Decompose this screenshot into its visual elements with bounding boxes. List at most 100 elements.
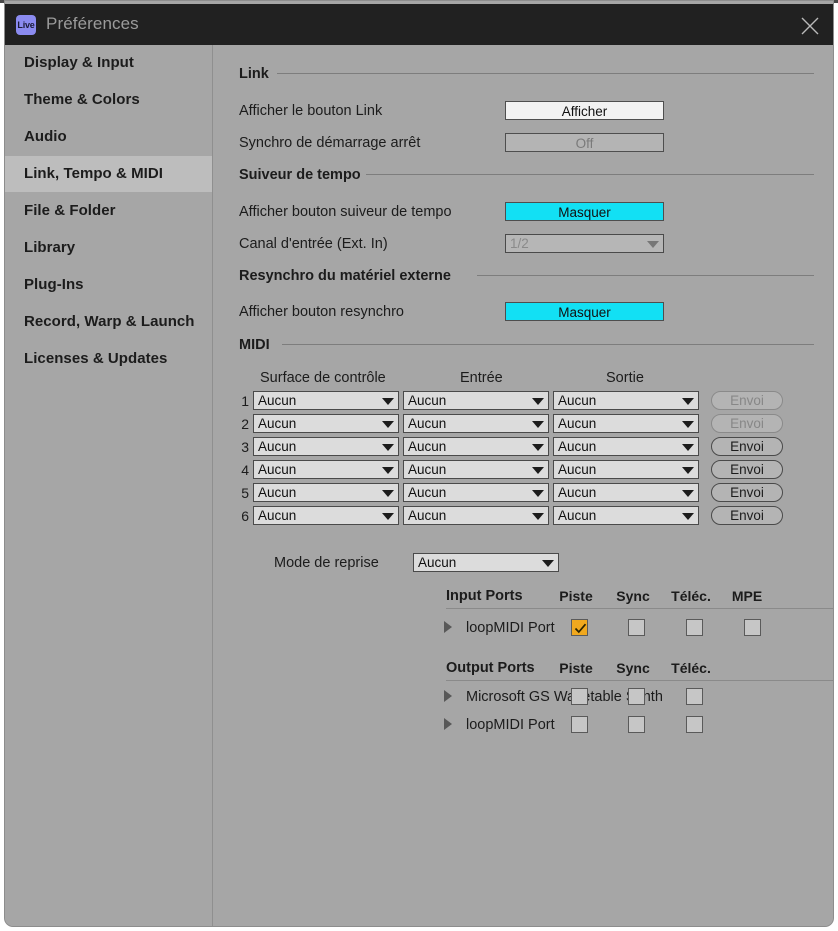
expand-triangle-icon[interactable] [444, 690, 452, 702]
midi-send-button-5[interactable]: Envoi [711, 483, 783, 502]
show-resync-button-toggle[interactable]: Masquer [505, 302, 664, 321]
midi-send-button-1[interactable]: Envoi [711, 391, 783, 410]
input-port-name-loopmidi: loopMIDI Port [466, 620, 555, 636]
section-rule-link [277, 73, 814, 74]
midi-row-number: 4 [241, 462, 249, 478]
section-rule-tempo-follower [366, 174, 814, 175]
check-icon [574, 623, 587, 634]
chevron-down-icon [532, 467, 544, 474]
midi-control-surface-dropdown-3[interactable]: Aucun [253, 437, 399, 456]
midi-output-dropdown-1[interactable]: Aucun [553, 391, 699, 410]
section-title-midi: MIDI [239, 337, 270, 353]
midi-control-surface-dropdown-6[interactable]: Aucun [253, 506, 399, 525]
midi-output-value-5: Aucun [558, 485, 597, 500]
midi-control-surface-value-6: Aucun [258, 508, 297, 523]
midi-output-dropdown-6[interactable]: Aucun [553, 506, 699, 525]
takeover-mode-dropdown[interactable]: Aucun [413, 553, 559, 572]
midi-output-value-3: Aucun [558, 439, 597, 454]
show-tempo-follower-button-toggle[interactable]: Masquer [505, 202, 664, 221]
show-link-button-toggle[interactable]: Afficher [505, 101, 664, 120]
midi-input-dropdown-5[interactable]: Aucun [403, 483, 549, 502]
midi-input-dropdown-6[interactable]: Aucun [403, 506, 549, 525]
input-port-loopmidi-mpe-checkbox[interactable] [744, 619, 761, 636]
chevron-down-icon [542, 560, 554, 567]
midi-output-dropdown-5[interactable]: Aucun [553, 483, 699, 502]
midi-control-surface-dropdown-4[interactable]: Aucun [253, 460, 399, 479]
output-ports-column-sync: Sync [616, 660, 650, 676]
midi-control-surface-value-5: Aucun [258, 485, 297, 500]
chevron-down-icon [382, 398, 394, 405]
column-header-control-surface: Surface de contrôle [260, 370, 386, 386]
midi-control-surface-value-2: Aucun [258, 416, 297, 431]
output-port-microsoft-gs-sync-checkbox[interactable] [628, 688, 645, 705]
sidebar-item-display-input[interactable]: Display & Input [5, 45, 212, 81]
sidebar-item-plug-ins[interactable]: Plug-Ins [5, 267, 212, 303]
input-ports-column-sync: Sync [616, 588, 650, 604]
midi-control-surface-dropdown-5[interactable]: Aucun [253, 483, 399, 502]
expand-triangle-icon[interactable] [444, 621, 452, 633]
output-ports-column-piste: Piste [559, 660, 593, 676]
chevron-down-icon [682, 398, 694, 405]
close-icon [801, 17, 819, 35]
chevron-down-icon [532, 421, 544, 428]
midi-input-dropdown-4[interactable]: Aucun [403, 460, 549, 479]
input-channel-ext-in-dropdown[interactable]: 1/2 [505, 234, 664, 253]
chevron-down-icon [382, 513, 394, 520]
midi-output-dropdown-2[interactable]: Aucun [553, 414, 699, 433]
midi-control-surface-value-1: Aucun [258, 393, 297, 408]
close-button[interactable] [785, 4, 833, 45]
live-logo-icon: Live [16, 15, 36, 35]
chevron-down-icon [682, 421, 694, 428]
midi-input-dropdown-3[interactable]: Aucun [403, 437, 549, 456]
chevron-down-icon [532, 398, 544, 405]
input-port-loopmidi-piste-checkbox[interactable] [571, 619, 588, 636]
sidebar-item-library[interactable]: Library [5, 230, 212, 266]
midi-row-number: 1 [241, 393, 249, 409]
midi-output-dropdown-4[interactable]: Aucun [553, 460, 699, 479]
sidebar-item-record-warp-launch[interactable]: Record, Warp & Launch [5, 304, 212, 340]
output-port-loopmidi-telec-checkbox[interactable] [686, 716, 703, 733]
output-port-microsoft-gs-piste-checkbox[interactable] [571, 688, 588, 705]
midi-send-button-2[interactable]: Envoi [711, 414, 783, 433]
expand-triangle-icon[interactable] [444, 718, 452, 730]
preferences-content: Link Afficher le bouton Link Afficher Sy… [213, 45, 833, 926]
midi-input-dropdown-1[interactable]: Aucun [403, 391, 549, 410]
section-rule-resync [477, 275, 814, 276]
midi-control-surface-dropdown-2[interactable]: Aucun [253, 414, 399, 433]
midi-control-surface-dropdown-1[interactable]: Aucun [253, 391, 399, 410]
output-port-loopmidi-piste-checkbox[interactable] [571, 716, 588, 733]
section-rule-midi [282, 344, 814, 345]
output-port-loopmidi-sync-checkbox[interactable] [628, 716, 645, 733]
sidebar-item-licenses-updates[interactable]: Licenses & Updates [5, 341, 212, 377]
output-port-microsoft-gs-telec-checkbox[interactable] [686, 688, 703, 705]
midi-input-dropdown-2[interactable]: Aucun [403, 414, 549, 433]
sidebar-item-link-tempo-midi[interactable]: Link, Tempo & MIDI [5, 156, 212, 192]
start-stop-sync-toggle[interactable]: Off [505, 133, 664, 152]
output-ports-rule [446, 680, 833, 681]
sidebar-item-theme-colors[interactable]: Theme & Colors [5, 82, 212, 118]
column-header-output: Sortie [606, 370, 644, 386]
label-takeover-mode: Mode de reprise [274, 555, 379, 571]
label-show-resync-button: Afficher bouton resynchro [239, 304, 404, 320]
midi-row-number: 5 [241, 485, 249, 501]
input-port-loopmidi-sync-checkbox[interactable] [628, 619, 645, 636]
output-ports-column-telec: Téléc. [671, 660, 711, 676]
midi-output-dropdown-3[interactable]: Aucun [553, 437, 699, 456]
midi-input-value-5: Aucun [408, 485, 447, 500]
midi-send-button-3[interactable]: Envoi [711, 437, 783, 456]
sidebar-item-file-folder[interactable]: File & Folder [5, 193, 212, 229]
midi-row-number: 2 [241, 416, 249, 432]
midi-send-button-6[interactable]: Envoi [711, 506, 783, 525]
label-input-channel-ext-in: Canal d'entrée (Ext. In) [239, 236, 388, 252]
midi-output-value-6: Aucun [558, 508, 597, 523]
midi-row-number: 6 [241, 508, 249, 524]
label-start-stop-sync: Synchro de démarrage arrêt [239, 135, 421, 151]
chevron-down-icon [682, 513, 694, 520]
section-title-resync: Resynchro du matériel externe [239, 268, 451, 284]
midi-send-button-4[interactable]: Envoi [711, 460, 783, 479]
sidebar-item-audio[interactable]: Audio [5, 119, 212, 155]
input-port-loopmidi-telec-checkbox[interactable] [686, 619, 703, 636]
chevron-down-icon [532, 490, 544, 497]
input-ports-rule [446, 608, 833, 609]
chevron-down-icon [532, 444, 544, 451]
